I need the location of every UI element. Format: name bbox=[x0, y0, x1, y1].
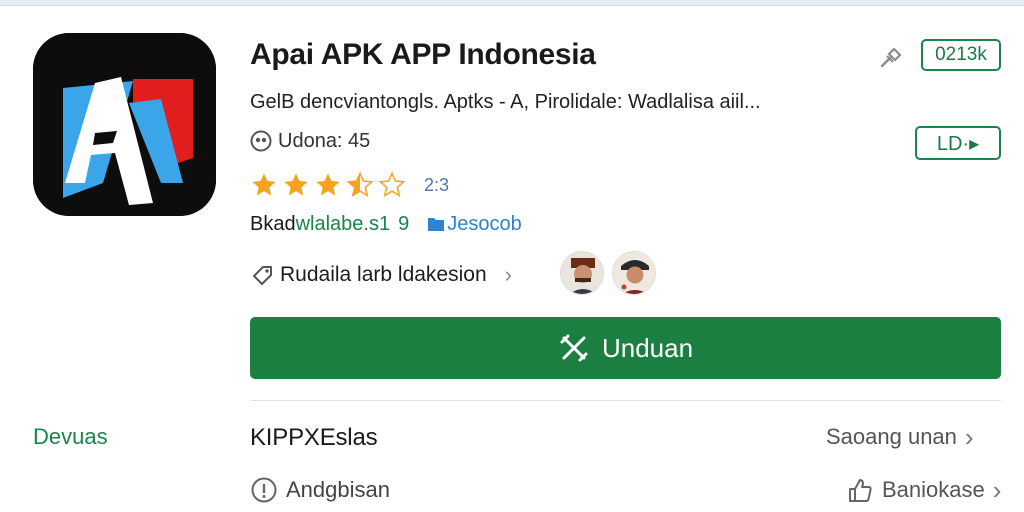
info-icon bbox=[251, 477, 277, 503]
friends-label: Rudaila larb ldakesion bbox=[280, 263, 487, 286]
app-icon bbox=[33, 33, 216, 216]
report-row[interactable]: Baniokase › bbox=[846, 476, 1001, 504]
see-more-link[interactable]: Saoang unan › bbox=[826, 424, 974, 450]
folder-icon bbox=[428, 218, 445, 231]
star-full-icon bbox=[316, 173, 340, 196]
app-subtitle: GelB dencviantongls. Aptks - A, Pirolida… bbox=[250, 91, 761, 113]
tag-icon bbox=[253, 266, 272, 285]
developer-row[interactable]: Udona: 45 bbox=[250, 128, 370, 154]
ld-badge[interactable]: LD·▸ bbox=[915, 126, 1001, 160]
star-full-icon bbox=[252, 173, 276, 196]
rating-value: 2:3 bbox=[424, 174, 450, 195]
see-more-label: Saoang unan bbox=[826, 424, 957, 449]
rating-row: 2:3 bbox=[250, 170, 449, 200]
meta-row: Bkad wlalabe.s1 9 Jesocob bbox=[250, 211, 522, 237]
meta-number: 9 bbox=[398, 212, 410, 235]
face-icon bbox=[250, 130, 272, 152]
meta-category[interactable]: Jesocob bbox=[447, 213, 522, 236]
app-logo-icon bbox=[33, 33, 216, 216]
chevron-right-icon: › bbox=[992, 475, 1002, 505]
star-half-icon bbox=[346, 171, 374, 198]
pin-edit-icon[interactable] bbox=[876, 42, 906, 72]
thumbs-up-icon bbox=[849, 479, 872, 502]
app-title: Apai APK APP Indonesia bbox=[250, 38, 596, 71]
friends-row[interactable]: Rudaila larb ldakesion › bbox=[250, 259, 512, 291]
count-badge[interactable]: 0213k bbox=[921, 39, 1001, 71]
chevron-right-icon: › bbox=[504, 262, 512, 287]
info-row[interactable]: Andgbisan bbox=[250, 476, 390, 504]
tools-cross-icon bbox=[560, 334, 588, 362]
star-empty-icon bbox=[378, 171, 406, 198]
info-label: Andgbisan bbox=[286, 477, 390, 502]
side-label[interactable]: Devuas bbox=[33, 424, 108, 450]
person-avatar-icon bbox=[561, 252, 603, 294]
install-button-label: Unduan bbox=[601, 332, 694, 363]
divider bbox=[250, 400, 1001, 401]
install-button[interactable]: Unduan bbox=[250, 317, 1001, 379]
person-avatar-icon bbox=[613, 252, 655, 294]
report-label: Baniokase bbox=[882, 477, 985, 502]
section-title: KIPPXEslas bbox=[250, 424, 378, 451]
chevron-right-icon: › bbox=[964, 422, 974, 452]
meta-prefix: Bkad bbox=[250, 212, 296, 235]
developer-label: Udona: 45 bbox=[278, 129, 371, 152]
avatar[interactable] bbox=[612, 251, 656, 295]
avatar[interactable] bbox=[560, 251, 604, 295]
top-strip bbox=[0, 0, 1024, 6]
star-full-icon bbox=[284, 173, 308, 196]
meta-link[interactable]: wlalabe.s1 bbox=[296, 213, 391, 236]
